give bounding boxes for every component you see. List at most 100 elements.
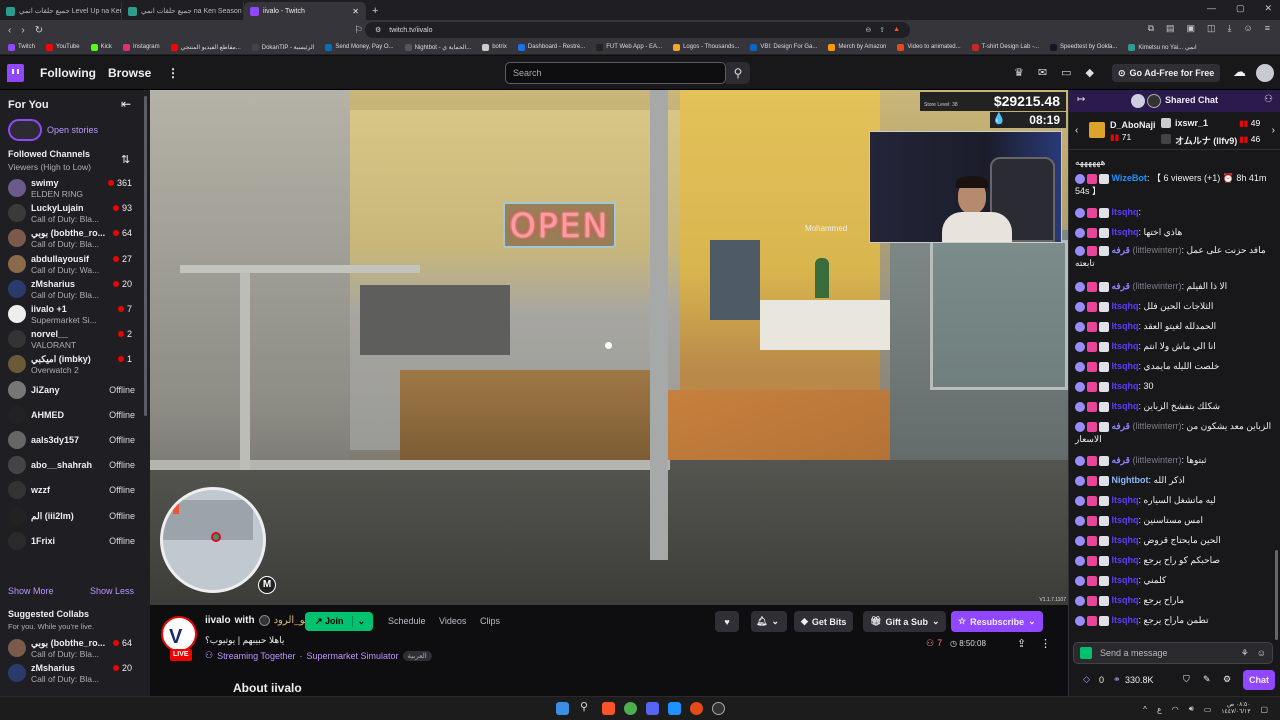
clock[interactable]: ٠٨:٥٠ ص ١٤٤٧/٠٦/١٣ — [1221, 702, 1250, 716]
chat-username[interactable]: Nightbot — [1112, 475, 1149, 485]
bits-icon[interactable]: ◆ — [1086, 66, 1094, 79]
more-options-icon[interactable]: ⋮ — [1040, 637, 1051, 650]
sidebar-channel[interactable]: LuckyLujain Call of Duty: Bla... 93 — [0, 201, 150, 226]
chat-username[interactable]: Itsqhq — [1112, 301, 1139, 311]
forward-icon[interactable]: › — [21, 25, 24, 36]
wifi-icon[interactable]: ◠ — [1172, 705, 1179, 714]
chat-username[interactable]: Itsqhq — [1112, 555, 1139, 565]
chat-username[interactable]: Itsqhq — [1112, 381, 1139, 391]
brave-icon[interactable] — [602, 702, 615, 715]
chevron-right-icon[interactable]: › — [1272, 125, 1275, 136]
new-tab-button[interactable]: + — [366, 2, 384, 20]
bookmark-item[interactable]: Instagram — [122, 43, 160, 51]
close-icon[interactable]: ✕ — [352, 7, 359, 16]
sidebar-channel[interactable]: abdullayousif Call of Duty: Wa... 27 — [0, 252, 150, 277]
sidebar-channel[interactable]: swimy ELDEN RING 361 — [0, 176, 150, 201]
sidebar-scrollbar[interactable] — [144, 96, 147, 416]
pen-icon[interactable]: ✎ — [1203, 674, 1211, 685]
close-window-icon[interactable]: ✕ — [1264, 3, 1272, 14]
shield-icon[interactable]: ⛉ — [1183, 674, 1190, 685]
vpn-icon[interactable]: ◫ — [1207, 23, 1216, 34]
user-avatar[interactable] — [1256, 64, 1274, 82]
bookmark-item[interactable]: Merch by Amazon — [828, 43, 886, 51]
chat-username[interactable]: Itsqhq — [1112, 227, 1139, 237]
show-less-link[interactable]: Show Less — [90, 586, 134, 596]
bits-cheer-icon[interactable]: ⚘ — [1241, 648, 1249, 659]
chevron-left-icon[interactable]: ‹ — [1075, 125, 1078, 136]
chat-username[interactable]: Itsqhq — [1112, 341, 1139, 351]
reload-icon[interactable]: ↻ — [35, 25, 43, 36]
start-icon[interactable] — [556, 702, 569, 715]
bookmark-item[interactable]: Twitch — [8, 43, 35, 51]
bookmark-item[interactable]: VBI: Design For Ga... — [750, 43, 817, 51]
sidebar-icon[interactable]: ▤ — [1166, 23, 1175, 34]
zoom-icon[interactable]: ⊖ — [865, 26, 871, 34]
ad-free-button[interactable]: ⊙ Go Ad-Free for Free — [1112, 64, 1221, 82]
sidebar-channel[interactable]: اميكبي (imbky) Overwatch 2 1 — [0, 352, 150, 377]
chat-username[interactable]: قرفه — [1112, 245, 1130, 255]
browser-tab[interactable]: جميع حلقات انمي na Ken Season 2✕ — [122, 2, 244, 20]
sidebar-channel[interactable]: zMsharius Call of Duty: Bla... 20 — [0, 277, 150, 302]
stories-avatar[interactable] — [8, 119, 42, 141]
chat-username[interactable]: Itsqhq — [1112, 615, 1139, 625]
search-icon[interactable]: ⚲ — [726, 62, 750, 84]
open-stories-link[interactable]: Open stories — [47, 125, 98, 135]
gifter-name[interactable]: D_AboNaji — [1110, 120, 1156, 130]
url-field[interactable]: ⚙ twitch.tv/iivalo ⊖ ⇪ ▲ — [365, 22, 910, 38]
bookmark-item[interactable]: Nightbot - الحماية ي... — [404, 43, 471, 51]
show-more-link[interactable]: Show More — [8, 586, 54, 596]
sidebar-channel[interactable]: JiZany Offline — [0, 378, 150, 403]
chat-username[interactable]: Itsqhq — [1112, 575, 1139, 585]
collab-channel[interactable]: بوبي (bobthe_ro... Call of Duty: Bla... 64 — [0, 636, 150, 661]
chat-username[interactable]: Itsqhq — [1112, 595, 1139, 605]
community-icon[interactable]: ⚇ — [1264, 94, 1273, 105]
cohost-avatar[interactable] — [258, 615, 270, 626]
chat-username[interactable]: Itsqhq — [1112, 535, 1139, 545]
minimize-icon[interactable]: — — [1207, 3, 1216, 14]
sidebar-channel[interactable]: iivalo +1 Supermarket Si... 7 — [0, 302, 150, 327]
join-button[interactable]: ↗ Join ⌄ — [305, 612, 373, 631]
sidebar-channel[interactable]: بوبي (bobthe_ro... Call of Duty: Bla... 64 — [0, 226, 150, 251]
extensions-icon[interactable]: ⧉ — [1148, 23, 1154, 34]
emote-icon[interactable]: ☺ — [1257, 648, 1266, 659]
back-icon[interactable]: ‹ — [8, 25, 11, 36]
prime-crown-icon[interactable]: ♛ — [1014, 66, 1024, 79]
collapse-chat-icon[interactable]: ↦ — [1077, 94, 1085, 105]
bookmark-item[interactable]: T-shirt Design Lab -... — [971, 43, 1039, 51]
chat-username[interactable]: WizeBot — [1112, 173, 1147, 183]
bookmark-item[interactable]: botrix — [482, 43, 507, 51]
video-player[interactable]: OPEN Mohammed $29215.48 Store Level: 38 … — [150, 90, 1068, 605]
chat-username[interactable]: Itsqhq — [1112, 515, 1139, 525]
chat-username[interactable]: Itsqhq — [1112, 495, 1139, 505]
sidebar-channel[interactable]: الم (iii2lm) Offline — [0, 504, 150, 529]
following-link[interactable]: Following — [40, 66, 96, 80]
bookmark-item[interactable]: Kimetsu no Yai... انمي — [1128, 43, 1197, 51]
bookmark-item[interactable]: Speedtest by Ookla... — [1050, 43, 1117, 51]
channel-points-icon[interactable]: ◇ — [1083, 674, 1090, 685]
sidebar-channel[interactable]: 1Frixi Offline — [0, 529, 150, 554]
browse-link[interactable]: Browse — [108, 66, 151, 80]
channel-name[interactable]: iivalo — [205, 615, 231, 626]
browser-tab-active[interactable]: iivalo - Twitch ✕ — [244, 2, 366, 20]
discord-icon[interactable] — [646, 702, 659, 715]
twitch-logo-icon[interactable] — [7, 64, 24, 82]
sidebar-channel[interactable]: wzzf Offline — [0, 478, 150, 503]
tab-schedule[interactable]: Schedule — [388, 616, 426, 626]
maximize-icon[interactable]: ▢ — [1236, 3, 1245, 14]
profile-icon[interactable]: ☺ — [1244, 23, 1253, 34]
menu-icon[interactable]: ≡ — [1265, 23, 1270, 34]
bookmark-icon[interactable]: ⚐ — [354, 25, 363, 36]
turbo-icon[interactable]: ☁ — [1233, 64, 1246, 80]
wallet-icon[interactable]: ▣ — [1187, 23, 1196, 34]
bookmark-item[interactable]: Kick — [90, 43, 112, 51]
brave-shield-icon[interactable]: ▲ — [893, 26, 900, 34]
chat-username[interactable]: Itsqhq — [1112, 401, 1139, 411]
bookmark-item[interactable]: Dashboard - Restre... — [517, 43, 585, 51]
settings-icon[interactable]: ⚙ — [1223, 674, 1231, 685]
tag-game[interactable]: Supermarket Simulator — [306, 651, 398, 661]
gift-sub-button[interactable]: 🎁︎ Gift a Sub ⌄ — [863, 611, 947, 632]
app-icon[interactable] — [668, 702, 681, 715]
more-menu-icon[interactable]: ⋮ — [167, 66, 179, 80]
obs-icon[interactable] — [690, 702, 703, 715]
chevron-up-icon[interactable]: ^ — [1143, 705, 1147, 714]
